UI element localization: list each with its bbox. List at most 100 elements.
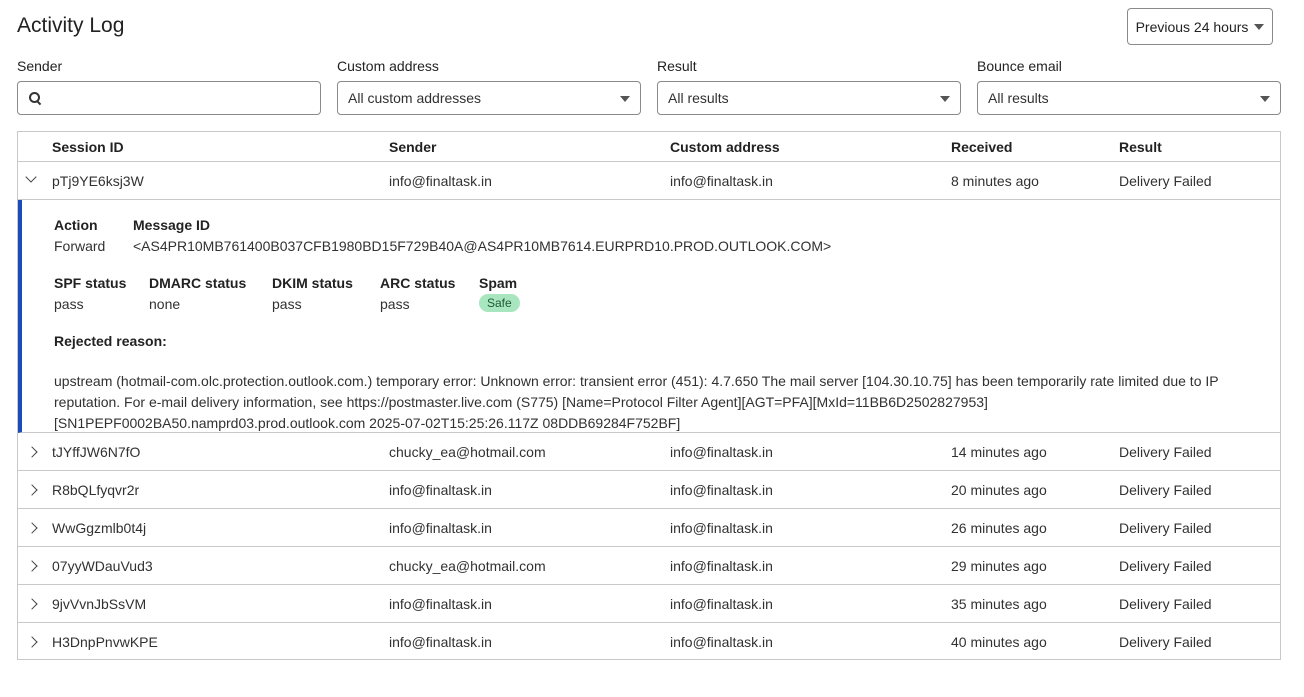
chevron-right-icon[interactable] bbox=[26, 484, 38, 496]
header-result[interactable]: Result bbox=[1119, 132, 1162, 162]
result-select-value: All results bbox=[668, 90, 729, 106]
session-id-cell: H3DnpPnvwKPE bbox=[52, 634, 158, 650]
received-cell: 40 minutes ago bbox=[951, 634, 1047, 650]
caret-down-icon bbox=[940, 96, 950, 102]
result-cell: Delivery Failed bbox=[1119, 520, 1212, 536]
sender-cell: info@finaltask.in bbox=[389, 520, 492, 536]
caret-down-icon bbox=[1260, 96, 1270, 102]
custom-address-cell: info@finaltask.in bbox=[670, 520, 773, 536]
sender-cell: info@finaltask.in bbox=[389, 173, 492, 189]
page-title: Activity Log bbox=[17, 14, 125, 37]
message-id-value: <AS4PR10MB761400B037CFB1980BD15F729B40A@… bbox=[133, 238, 832, 254]
arc-value: pass bbox=[380, 296, 410, 312]
received-cell: 26 minutes ago bbox=[951, 520, 1047, 536]
sender-cell: info@finaltask.in bbox=[389, 482, 492, 498]
spam-label: Spam bbox=[479, 275, 518, 291]
caret-down-icon bbox=[1254, 23, 1265, 30]
activity-table: Session ID Sender Custom address Receive… bbox=[17, 131, 1281, 660]
custom-address-cell: info@finaltask.in bbox=[670, 634, 773, 650]
action-value: Forward bbox=[54, 238, 106, 254]
dkim-label: DKIM status bbox=[272, 275, 353, 291]
bounce-email-filter-label: Bounce email bbox=[977, 58, 1062, 74]
arc-label: ARC status bbox=[380, 275, 456, 291]
result-filter: Result All results bbox=[657, 58, 961, 115]
caret-down-icon bbox=[620, 96, 630, 102]
received-cell: 29 minutes ago bbox=[951, 558, 1047, 574]
received-cell: 35 minutes ago bbox=[951, 596, 1047, 612]
session-id-cell: R8bQLfyqvr2r bbox=[52, 482, 140, 498]
custom-address-cell: info@finaltask.in bbox=[670, 482, 773, 498]
table-row[interactable]: 07yyWDauVud3 chucky_ea@hotmail.com info@… bbox=[18, 547, 1280, 585]
table-row[interactable]: WwGgzmlb0t4j info@finaltask.in info@fina… bbox=[18, 509, 1280, 547]
result-filter-label: Result bbox=[657, 58, 697, 74]
received-cell: 8 minutes ago bbox=[951, 173, 1039, 189]
chevron-right-icon[interactable] bbox=[26, 598, 38, 610]
session-id-cell: pTj9YE6ksj3W bbox=[52, 173, 144, 189]
rejected-reason-heading: Rejected reason: bbox=[54, 332, 167, 350]
header-received[interactable]: Received bbox=[951, 132, 1012, 162]
custom-address-cell: info@finaltask.in bbox=[670, 596, 773, 612]
dmarc-value: none bbox=[149, 296, 181, 312]
table-row[interactable]: H3DnpPnvwKPE info@finaltask.in info@fina… bbox=[18, 623, 1280, 661]
table-row[interactable]: pTj9YE6ksj3W info@finaltask.in info@fina… bbox=[18, 162, 1280, 200]
result-cell: Delivery Failed bbox=[1119, 596, 1212, 612]
result-select[interactable]: All results bbox=[657, 81, 961, 115]
spf-label: SPF status bbox=[54, 275, 127, 291]
header-session-id[interactable]: Session ID bbox=[52, 132, 124, 162]
custom-address-filter: Custom address All custom addresses bbox=[337, 58, 641, 115]
dkim-field: DKIM status pass bbox=[272, 274, 353, 313]
chevron-right-icon[interactable] bbox=[26, 560, 38, 572]
table-row[interactable]: 9jvVvnJbSsVM info@finaltask.in info@fina… bbox=[18, 585, 1280, 623]
action-field: Action Forward bbox=[54, 216, 105, 255]
table-row[interactable]: R8bQLfyqvr2r info@finaltask.in info@fina… bbox=[18, 471, 1280, 509]
bounce-email-select-value: All results bbox=[988, 90, 1049, 106]
sender-cell: chucky_ea@hotmail.com bbox=[389, 558, 546, 574]
message-id-field: Message ID <AS4PR10MB761400B037CFB1980BD… bbox=[133, 216, 831, 255]
bounce-email-filter: Bounce email All results bbox=[977, 58, 1281, 115]
custom-address-filter-label: Custom address bbox=[337, 58, 439, 74]
arc-field: ARC status pass bbox=[380, 274, 455, 313]
header-custom-address[interactable]: Custom address bbox=[670, 132, 780, 162]
received-cell: 14 minutes ago bbox=[951, 444, 1047, 460]
table-header: Session ID Sender Custom address Receive… bbox=[18, 132, 1280, 162]
spam-field: Spam Safe bbox=[479, 274, 520, 312]
sender-search-box[interactable] bbox=[17, 81, 321, 115]
result-cell: Delivery Failed bbox=[1119, 444, 1212, 460]
chevron-right-icon[interactable] bbox=[26, 522, 38, 534]
custom-address-cell: info@finaltask.in bbox=[670, 558, 773, 574]
sender-filter-label: Sender bbox=[17, 58, 63, 74]
result-cell: Delivery Failed bbox=[1119, 634, 1212, 650]
custom-address-cell: info@finaltask.in bbox=[670, 444, 773, 460]
bounce-email-select[interactable]: All results bbox=[977, 81, 1281, 115]
dmarc-field: DMARC status none bbox=[149, 274, 246, 313]
chevron-down-icon[interactable] bbox=[25, 171, 37, 183]
row-detail-panel: Action Forward Message ID <AS4PR10MB7614… bbox=[18, 200, 1280, 433]
chevron-right-icon[interactable] bbox=[26, 636, 38, 648]
result-cell: Delivery Failed bbox=[1119, 173, 1212, 189]
session-id-cell: 9jvVvnJbSsVM bbox=[52, 596, 147, 612]
header-sender[interactable]: Sender bbox=[389, 132, 436, 162]
sender-cell: info@finaltask.in bbox=[389, 596, 492, 612]
spam-status-badge: Safe bbox=[479, 294, 520, 312]
custom-address-select-value: All custom addresses bbox=[348, 90, 482, 106]
spf-field: SPF status pass bbox=[54, 274, 126, 313]
time-range-dropdown[interactable]: Previous 24 hours bbox=[1127, 8, 1273, 45]
message-id-label: Message ID bbox=[133, 217, 211, 233]
spf-value: pass bbox=[54, 296, 84, 312]
sender-search-input[interactable] bbox=[50, 90, 310, 106]
received-cell: 20 minutes ago bbox=[951, 482, 1047, 498]
dmarc-label: DMARC status bbox=[149, 275, 247, 291]
table-row[interactable]: tJYffJW6N7fO chucky_ea@hotmail.com info@… bbox=[18, 433, 1280, 471]
session-id-cell: WwGgzmlb0t4j bbox=[52, 520, 147, 536]
session-id-cell: tJYffJW6N7fO bbox=[52, 444, 141, 460]
time-range-label: Previous 24 hours bbox=[1135, 18, 1249, 35]
result-cell: Delivery Failed bbox=[1119, 558, 1212, 574]
custom-address-select[interactable]: All custom addresses bbox=[337, 81, 641, 115]
custom-address-cell: info@finaltask.in bbox=[670, 173, 773, 189]
chevron-right-icon[interactable] bbox=[26, 446, 38, 458]
sender-filter: Sender bbox=[17, 58, 321, 115]
sender-cell: info@finaltask.in bbox=[389, 634, 492, 650]
sender-cell: chucky_ea@hotmail.com bbox=[389, 444, 546, 460]
rejected-reason-text: upstream (hotmail-com.olc.protection.out… bbox=[54, 373, 1219, 431]
search-icon bbox=[28, 91, 42, 105]
